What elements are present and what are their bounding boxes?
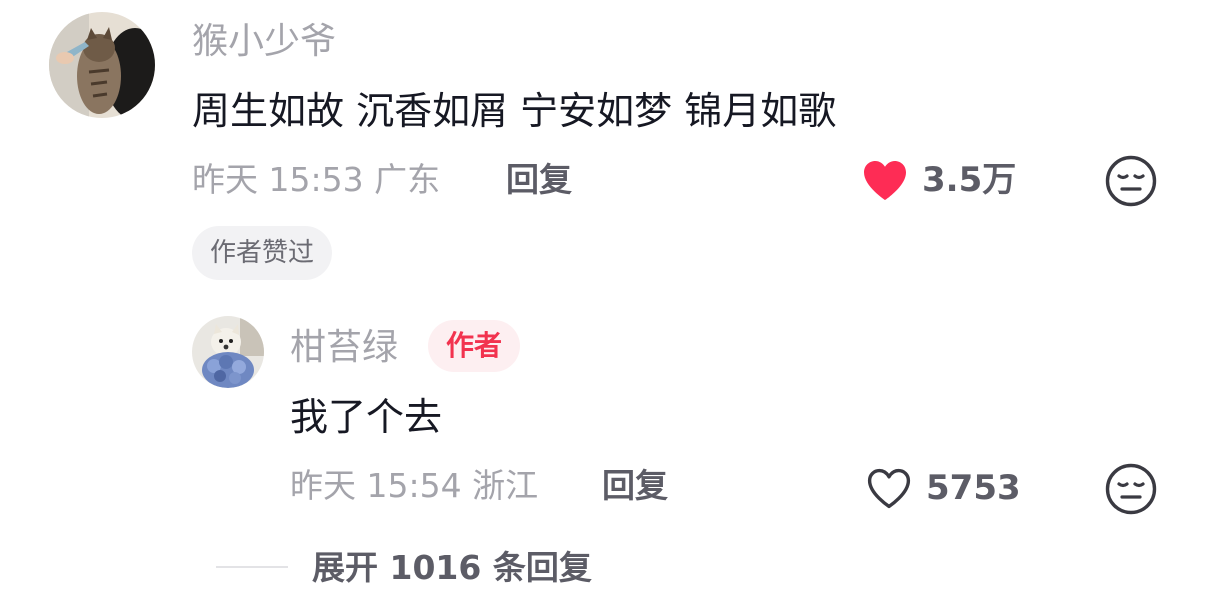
comment-dislike-button[interactable] — [1104, 154, 1158, 208]
comment-time: 昨天 15:53 — [192, 160, 364, 199]
expand-divider — [216, 566, 288, 568]
comment-location: 广东 — [374, 160, 441, 199]
reply-location: 浙江 — [472, 466, 539, 505]
cat-avatar[interactable] — [49, 12, 155, 118]
reply-username[interactable]: 柑苔绿 — [290, 326, 398, 370]
comment-like-count: 3.5万 — [922, 160, 1017, 200]
reply-time: 昨天 15:54 — [290, 466, 462, 505]
comment-like-button[interactable]: 3.5万 — [860, 158, 1016, 202]
meh-face-icon — [1104, 154, 1158, 208]
author-liked-badge: 作者赞过 — [192, 226, 333, 280]
reply-reply-button[interactable]: 回复 — [602, 466, 668, 506]
author-badge: 作者 — [428, 320, 521, 372]
reply-dislike-button[interactable] — [1104, 462, 1158, 516]
reply-text: 我了个去 — [290, 395, 443, 439]
reply-like-count: 5753 — [926, 468, 1021, 508]
heart-filled-icon — [860, 158, 910, 202]
comment-username[interactable]: 猴小少爷 — [192, 20, 336, 64]
comment-meta: 昨天 15:53 广东 — [192, 160, 440, 200]
reply-meta: 昨天 15:54 浙江 — [290, 466, 538, 506]
heart-outline-icon — [864, 466, 914, 510]
comment-text: 周生如故 沉香如屑 宁安如梦 锦月如歌 — [192, 89, 837, 133]
dog-avatar[interactable] — [192, 316, 264, 388]
reply-like-button[interactable]: 5753 — [864, 466, 1021, 510]
comment-reply-button[interactable]: 回复 — [506, 160, 572, 200]
expand-replies-button[interactable]: 展开 1016 条回复 — [312, 548, 592, 588]
meh-face-icon — [1104, 462, 1158, 516]
comment-thread: 猴小少爷 周生如故 沉香如屑 宁安如梦 锦月如歌 昨天 15:53 广东 回复 … — [0, 0, 1206, 609]
